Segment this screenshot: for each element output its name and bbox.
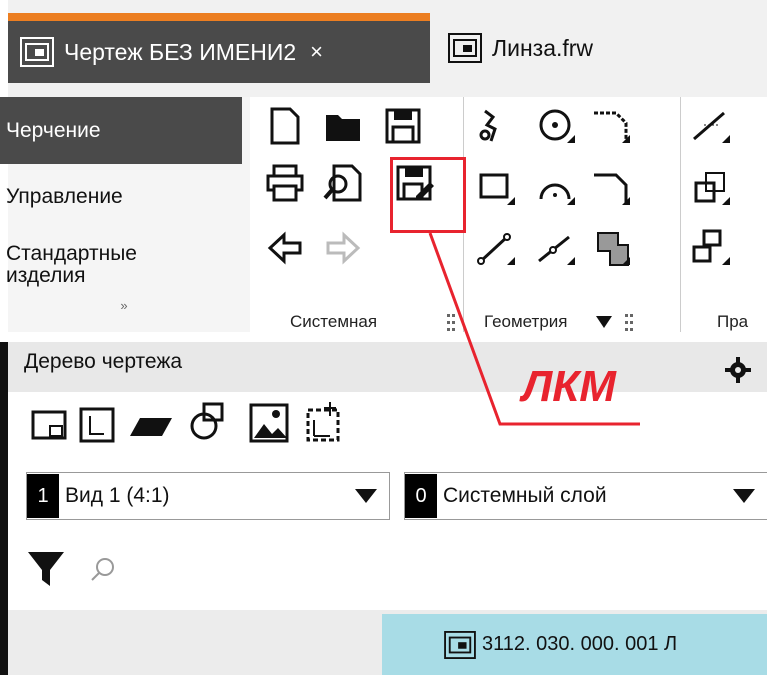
undo-icon[interactable] [264, 227, 306, 269]
circle-icon[interactable] [535, 105, 577, 147]
view-select[interactable]: 1 Вид 1 (4:1) [26, 472, 390, 520]
nav-item-drafting[interactable]: Черчение [0, 97, 242, 164]
rectangle-icon[interactable] [475, 167, 517, 209]
grip-icon [447, 314, 455, 331]
layer-number: 0 [405, 474, 437, 518]
tab-label: Чертеж БЕЗ ИМЕНИ2 [64, 38, 297, 65]
tab-active-drawing[interactable]: Чертеж БЕЗ ИМЕНИ2 × [8, 13, 430, 83]
new-document-icon[interactable] [264, 105, 306, 147]
auto-line-icon[interactable] [475, 105, 517, 147]
local-cs-icon[interactable] [302, 398, 346, 444]
open-folder-icon[interactable] [322, 105, 364, 147]
close-icon[interactable]: × [310, 39, 323, 65]
group-separator [680, 97, 681, 332]
ribbon-panel [250, 97, 767, 332]
drawing-doc-icon [448, 33, 482, 63]
tree-item-label: 3112. 030. 000. 001 Л [482, 633, 678, 655]
layer-icon[interactable] [128, 408, 176, 444]
nav-item-standard-parts[interactable]: Стандартные изделия [0, 233, 242, 293]
gear-icon[interactable] [724, 356, 752, 384]
tab-label: Линза.frw [492, 34, 594, 61]
chamfer-icon[interactable] [590, 167, 632, 209]
dimension-icon[interactable] [690, 105, 732, 147]
fillet-icon[interactable] [590, 105, 632, 147]
filter-icon[interactable] [26, 548, 66, 588]
sheet-icon[interactable] [30, 406, 68, 444]
tree-toolbar [8, 392, 767, 458]
image-icon[interactable] [248, 402, 290, 444]
chevron-down-icon[interactable] [733, 489, 755, 503]
view-select-label: Вид 1 (4:1) [65, 484, 170, 507]
panel-title: Дерево чертежа [24, 350, 183, 373]
print-preview-icon[interactable] [322, 162, 364, 204]
annotation-label: ЛКМ [522, 362, 616, 411]
panel-left-edge [0, 342, 8, 675]
view-number: 1 [27, 474, 59, 518]
tab-linza[interactable]: Линза.frw [436, 13, 767, 83]
grip-icon [625, 314, 633, 331]
copy-icon[interactable] [690, 227, 732, 269]
segment-icon[interactable] [475, 227, 517, 269]
highlight-box [390, 157, 466, 233]
group-label-system[interactable]: Системная [290, 312, 377, 332]
layer-select-label: Системный слой [443, 484, 607, 507]
tree-item-document[interactable]: 3112. 030. 000. 001 Л [382, 614, 767, 675]
group-label-geometry[interactable]: Геометрия [484, 312, 568, 332]
print-icon[interactable] [264, 162, 306, 204]
chevron-down-icon[interactable] [596, 316, 612, 328]
nav-item-management[interactable]: Управление [0, 166, 242, 228]
view-icon[interactable] [78, 406, 116, 444]
layer-select[interactable]: 0 Системный слой [404, 472, 767, 520]
parallel-segment-icon[interactable] [535, 227, 577, 269]
arc-icon[interactable] [535, 167, 577, 209]
drawing-doc-icon [20, 37, 54, 67]
move-icon[interactable] [690, 167, 732, 209]
chevron-down-icon[interactable] [355, 489, 377, 503]
object-group-icon[interactable] [190, 400, 234, 444]
save-icon[interactable] [382, 105, 424, 147]
hatch-icon[interactable] [590, 227, 632, 269]
drawing-doc-icon [444, 630, 476, 659]
search-input[interactable] [124, 552, 748, 588]
expand-more-icon[interactable]: » [0, 298, 242, 332]
group-label-partial[interactable]: Пра [717, 312, 748, 332]
redo-icon[interactable] [322, 227, 364, 269]
search-icon [91, 558, 114, 581]
